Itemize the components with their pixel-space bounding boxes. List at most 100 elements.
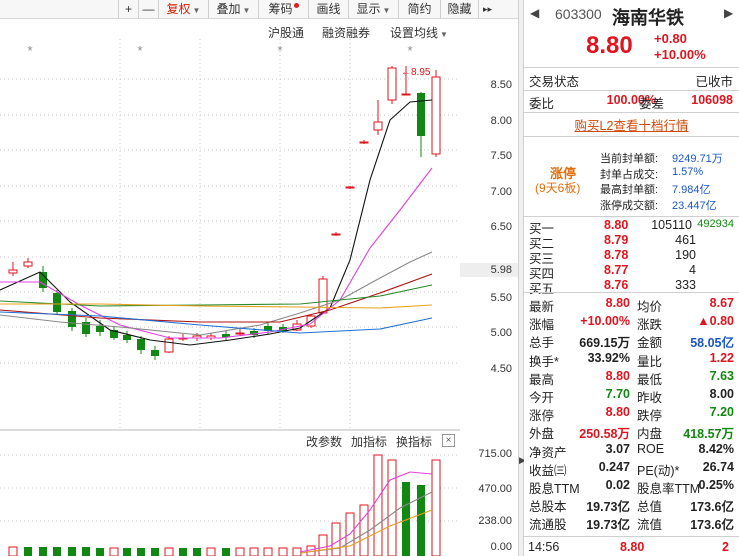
volume-bar — [39, 547, 47, 556]
event-marker-icon: * — [407, 43, 412, 58]
volume-bar — [179, 548, 187, 556]
chart-toolbar: + — 复权 ▼ 叠加 ▼ 筹码 画线 显示 ▼ 简约 隐藏 ▸▸ — [0, 0, 518, 19]
stat-label: ROE — [637, 441, 665, 456]
display-button[interactable]: 显示 ▼ — [348, 0, 398, 19]
divider — [524, 536, 739, 537]
more-arrow-icon[interactable]: ▸▸ — [478, 0, 496, 19]
divider — [524, 67, 739, 68]
stat-value: 8.67 — [709, 296, 734, 310]
limit-up-row-value: 7.984亿 — [672, 184, 711, 196]
bid-label: 买五 — [529, 282, 555, 296]
volume-bar — [8, 546, 18, 556]
prev-stock-icon[interactable]: ◀ — [530, 6, 539, 20]
bid-row[interactable]: 买五 8.76 333 — [524, 278, 739, 296]
volume-bar — [53, 547, 61, 556]
stat-value: 250.58万 — [579, 427, 630, 442]
stat-label: 股息TTM — [529, 482, 580, 496]
stats-row: 净资产 3.07 ROE 8.42% — [524, 442, 739, 460]
last-price: 8.80 — [586, 32, 633, 59]
price-axis-label: 7.00 — [490, 186, 512, 198]
add-indicator-button[interactable]: 加指标 — [351, 433, 387, 450]
stat-label: 今开 — [529, 391, 555, 405]
divider — [524, 216, 739, 217]
stat-value: 19.73亿 — [586, 500, 630, 515]
fuquan-button[interactable]: 复权 ▼ — [158, 0, 208, 19]
stat-value: 3.07 — [605, 441, 630, 456]
overlay-button[interactable]: 叠加 ▼ — [208, 0, 258, 19]
stat-value: 8.42% — [698, 441, 734, 456]
candle-body — [68, 311, 76, 327]
volume-bar — [123, 548, 131, 556]
stat-label: 总值 — [637, 500, 663, 515]
divider — [524, 136, 739, 137]
candle-body — [318, 278, 328, 314]
limit-up-row-value: 23.447亿 — [672, 199, 717, 212]
candle-body — [345, 186, 355, 189]
bid-order-volume: 492934 — [697, 218, 734, 230]
stat-label: 金额 — [637, 336, 663, 351]
high-price-marker: ←8.95 — [401, 67, 431, 78]
chips-button[interactable]: 筹码 — [258, 0, 308, 19]
caret-down-icon: ▼ — [192, 6, 201, 15]
volume-bar — [68, 547, 76, 556]
stats-row: 涨幅 +10.00% 涨跌 ▲0.80 — [524, 314, 739, 332]
divider — [524, 292, 739, 293]
bid-row[interactable]: 买一 8.80 105110 492934 — [524, 218, 739, 236]
modify-params-button[interactable]: 改参数 — [306, 433, 342, 450]
limit-up-row-label: 涨停成交额: — [600, 199, 659, 212]
indicator-toolbar: 改参数 加指标 换指标 × — [0, 432, 460, 450]
event-marker-icon: * — [277, 43, 282, 58]
draw-line-button[interactable]: 画线 — [308, 0, 348, 19]
stat-value: 669.15万 — [579, 336, 630, 351]
stat-value: 8.80 — [605, 405, 630, 420]
close-indicator-icon[interactable]: × — [442, 434, 455, 447]
trade-status-row: 交易状态 已收市 — [524, 71, 739, 89]
stat-value: 173.6亿 — [690, 518, 734, 533]
limit-up-row: 最高封单额: 7.984亿 — [600, 181, 739, 197]
candlestick-chart[interactable]: * * * * ←8.95 — [0, 19, 460, 556]
stats-row: 最高 8.80 最低 7.63 — [524, 369, 739, 387]
hide-button[interactable]: 隐藏 — [440, 0, 478, 19]
candle-body — [137, 339, 145, 350]
zoom-in-button[interactable]: + — [118, 0, 138, 19]
volume-bar — [278, 547, 288, 556]
stat-label: 最新 — [529, 300, 555, 314]
bid-row[interactable]: 买三 8.78 190 — [524, 248, 739, 266]
bid-row[interactable]: 买二 8.79 461 — [524, 233, 739, 251]
price-axis-label: 6.50 — [490, 221, 512, 233]
volume-axis-label: 470.00 — [478, 483, 512, 495]
ma10-line — [0, 167, 433, 339]
stat-value: 7.63 — [709, 368, 734, 383]
next-stock-icon[interactable]: ▶ — [724, 6, 733, 20]
stat-value: ▲0.80 — [697, 314, 734, 329]
stat-label: 总手 — [529, 336, 555, 351]
weibi-label: 委比 — [529, 97, 555, 111]
tick-volume: 2 — [722, 540, 729, 554]
volume-bar — [263, 547, 273, 556]
volume-bar — [249, 547, 259, 556]
candle-body — [8, 269, 18, 274]
candle-body — [417, 93, 425, 136]
price-axis: 8.50 8.00 7.50 7.00 6.50 5.50 5.00 4.50 715.00 47… — [460, 19, 518, 556]
volume-bar — [109, 547, 119, 556]
stat-label: 涨跌 — [637, 318, 663, 333]
zoom-out-button[interactable]: — — [138, 0, 158, 19]
bid-row[interactable]: 买四 8.77 4 — [524, 263, 739, 281]
stat-value: 8.80 — [605, 368, 630, 383]
stat-value: 8.80 — [605, 296, 630, 310]
switch-indicator-button[interactable]: 换指标 — [396, 433, 432, 450]
trade-status-label: 交易状态 — [529, 75, 580, 89]
simple-mode-button[interactable]: 简约 — [398, 0, 440, 19]
candle-body — [96, 326, 104, 332]
volume-bar — [331, 522, 341, 556]
stat-label: 外盘 — [529, 427, 555, 442]
candle-body — [151, 350, 159, 356]
bid-price: 8.76 — [604, 278, 629, 292]
limit-up-row: 涨停成交额: 23.447亿 — [600, 197, 739, 213]
volume-bar — [137, 548, 145, 556]
stat-value: 418.57万 — [683, 427, 734, 442]
buy-l2-link[interactable]: 购买L2查看十档行情 — [575, 119, 689, 133]
stat-label: PE(动)* — [637, 463, 680, 478]
stat-label: 均价 — [637, 300, 663, 314]
stat-value: 33.92% — [587, 350, 630, 365]
